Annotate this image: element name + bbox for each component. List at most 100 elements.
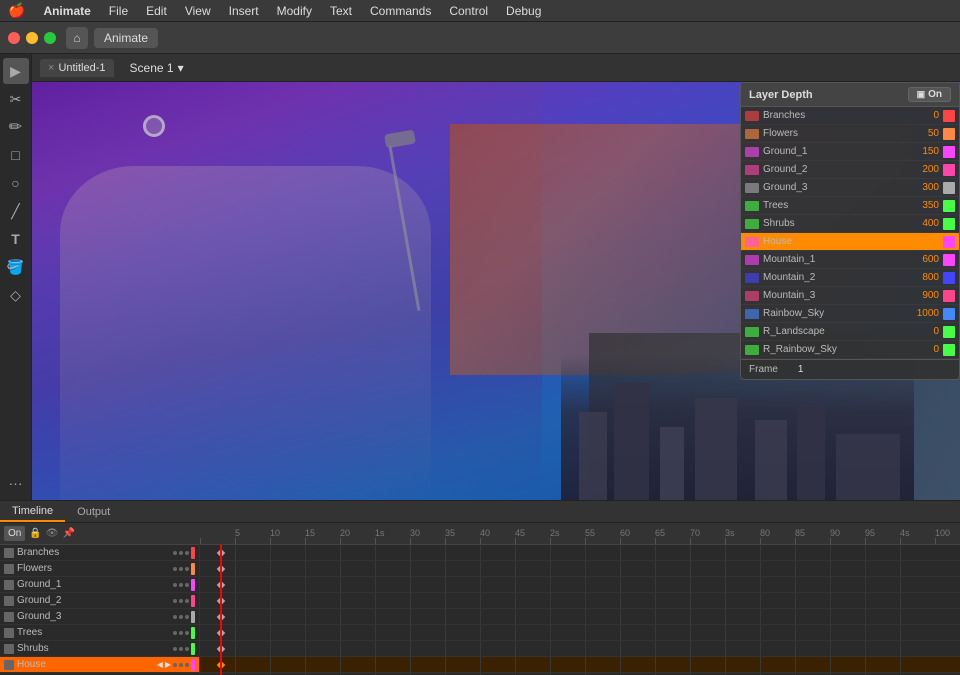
ruler-mark: 4s <box>900 528 910 538</box>
layer-depth-row[interactable]: Ground_1 150 <box>741 143 959 161</box>
layer-value: 200 <box>909 164 939 175</box>
layer-depth-on-button[interactable]: ▣ On <box>908 87 951 102</box>
more-tools[interactable]: ··· <box>3 470 29 496</box>
line-tool[interactable]: ╱ <box>3 198 29 224</box>
layer-depth-row[interactable]: R_Rainbow_Sky 0 <box>741 341 959 359</box>
layer-depth-row[interactable]: Ground_3 300 <box>741 179 959 197</box>
menu-control[interactable]: Control <box>441 2 496 20</box>
home-button[interactable]: ⌂ <box>66 27 88 49</box>
timeline-layer-row[interactable]: Branches <box>0 545 199 561</box>
layer-depth-row[interactable]: Shrubs 400 <box>741 215 959 233</box>
layer-name: R_Rainbow_Sky <box>763 344 909 355</box>
timeline-frames[interactable]: 51015201s303540452s556065703s808590954s1… <box>200 523 960 675</box>
timeline-track-row[interactable] <box>200 657 960 673</box>
timeline-track-row[interactable] <box>200 561 960 577</box>
layer-depth-row[interactable]: Mountain_2 800 <box>741 269 959 287</box>
text-tool[interactable]: T <box>3 226 29 252</box>
eraser-tool[interactable]: ◇ <box>3 282 29 308</box>
layer-color-swatch <box>943 182 955 194</box>
menu-insert[interactable]: Insert <box>221 2 267 20</box>
menu-view[interactable]: View <box>177 2 219 20</box>
layer-depth-row[interactable]: Ground_2 200 <box>741 161 959 179</box>
layer-dot-2 <box>179 663 183 667</box>
layer-depth-row[interactable]: House 500 <box>741 233 959 251</box>
select-tool[interactable]: ▶ <box>3 58 29 84</box>
layer-dot-3 <box>185 663 189 667</box>
layer-dot-2 <box>179 615 183 619</box>
timeline-track-row[interactable] <box>200 625 960 641</box>
timeline-track-row[interactable] <box>200 641 960 657</box>
layer-icon <box>745 183 759 193</box>
scene-selector[interactable]: Scene 1 ▾ <box>130 61 184 75</box>
ruler-mark: 35 <box>445 528 455 538</box>
menu-commands[interactable]: Commands <box>362 2 439 20</box>
menu-animate[interactable]: Animate <box>35 2 98 20</box>
oval-tool[interactable]: ○ <box>3 170 29 196</box>
paint-bucket-tool[interactable]: 🪣 <box>3 254 29 280</box>
tab-output[interactable]: Output <box>65 503 122 521</box>
scene-header: × Untitled-1 Scene 1 ▾ <box>32 54 960 82</box>
timeline-layer-row[interactable]: House ◀ ▶ <box>0 657 199 673</box>
timeline-track-row[interactable] <box>200 545 960 561</box>
stage[interactable]: Layer Depth ▣ On Branches 0 Flowers 50 G… <box>32 82 960 500</box>
layer-color-swatch <box>943 308 955 320</box>
timeline-track-row[interactable] <box>200 609 960 625</box>
timeline-layer-row[interactable]: Shrubs <box>0 641 199 657</box>
subselect-tool[interactable]: ✂ <box>3 86 29 112</box>
maximize-button[interactable] <box>44 32 56 44</box>
layer-dot <box>173 599 177 603</box>
ruler-mark: 60 <box>620 528 630 538</box>
apple-menu[interactable]: 🍎 <box>8 2 25 19</box>
file-close-icon[interactable]: × <box>48 62 54 74</box>
rectangle-tool[interactable]: □ <box>3 142 29 168</box>
layer-color-swatch <box>943 326 955 338</box>
menu-text[interactable]: Text <box>322 2 360 20</box>
layer-depth-header: Layer Depth ▣ On <box>741 83 959 107</box>
pencil-tool[interactable]: ✏ <box>3 114 29 140</box>
timeline-playhead[interactable] <box>220 545 222 675</box>
play-icon[interactable]: ◀ <box>157 660 163 669</box>
layer-value: 300 <box>909 182 939 193</box>
layer-name: House <box>763 236 909 247</box>
timeline-tracks <box>200 545 960 675</box>
layer-depth-row[interactable]: Mountain_1 600 <box>741 251 959 269</box>
timeline-track-row[interactable] <box>200 593 960 609</box>
layer-depth-row[interactable]: Rainbow_Sky 1000 <box>741 305 959 323</box>
layer-dot <box>173 615 177 619</box>
layer-type-icon <box>4 612 14 622</box>
timeline-layer-row[interactable]: Ground_1 <box>0 577 199 593</box>
layer-row-controls <box>173 547 195 559</box>
menu-modify[interactable]: Modify <box>269 2 320 20</box>
timeline-layer-row[interactable]: Ground_2 <box>0 593 199 609</box>
forward-icon[interactable]: ▶ <box>165 660 171 669</box>
layer-color-bar <box>191 595 195 607</box>
timeline-on-btn[interactable]: On <box>4 526 25 541</box>
menu-debug[interactable]: Debug <box>498 2 549 20</box>
layer-depth-row[interactable]: Mountain_3 900 <box>741 287 959 305</box>
layer-depth-row[interactable]: Branches 0 <box>741 107 959 125</box>
timeline-layer-row[interactable]: Flowers <box>0 561 199 577</box>
menu-file[interactable]: File <box>101 2 136 20</box>
layer-row-controls <box>173 563 195 575</box>
layer-type-icon <box>4 628 14 638</box>
file-tab[interactable]: × Untitled-1 <box>40 59 114 77</box>
layer-type-icon <box>4 644 14 654</box>
layer-name: Mountain_2 <box>763 272 909 283</box>
minimize-button[interactable] <box>26 32 38 44</box>
close-button[interactable] <box>8 32 20 44</box>
layer-color-bar <box>191 547 195 559</box>
home-icon: ⌂ <box>73 31 80 45</box>
layer-depth-row[interactable]: R_Landscape 0 <box>741 323 959 341</box>
menu-edit[interactable]: Edit <box>138 2 175 20</box>
timeline-layer-row[interactable]: Ground_3 <box>0 609 199 625</box>
pin-icon: 📌 <box>63 528 75 539</box>
timeline-layer-row[interactable]: Trees <box>0 625 199 641</box>
tab-timeline[interactable]: Timeline <box>0 502 65 522</box>
layer-depth-row[interactable]: Flowers 50 <box>741 125 959 143</box>
layer-dot <box>173 567 177 571</box>
timeline-header-row: On 🔒 👁 📌 <box>0 523 199 545</box>
timeline-track-row[interactable] <box>200 577 960 593</box>
layer-color-bar <box>191 659 195 671</box>
app-tab[interactable]: Animate <box>94 28 158 48</box>
layer-depth-row[interactable]: Trees 350 <box>741 197 959 215</box>
